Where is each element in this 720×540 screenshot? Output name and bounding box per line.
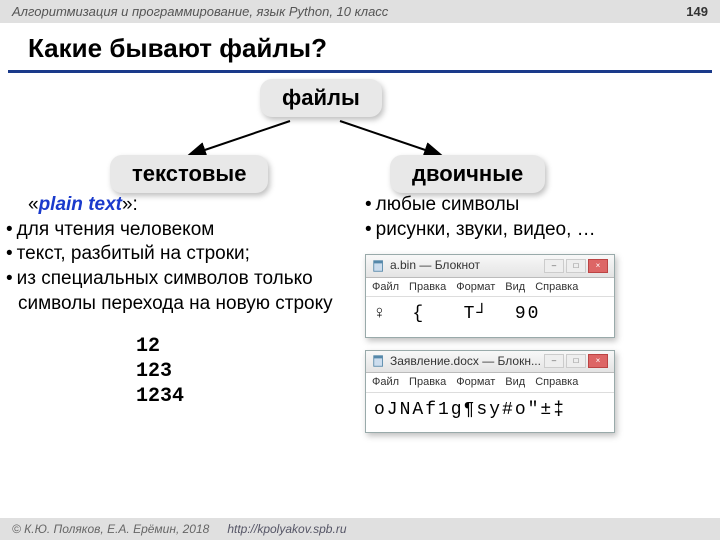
footer-url: http://kpolyakov.spb.ru [227, 522, 346, 536]
menu-edit[interactable]: Правка [409, 280, 446, 294]
slide-header: Алгоритмизация и программирование, язык … [0, 0, 720, 23]
close-button[interactable]: × [588, 259, 608, 273]
course-label: Алгоритмизация и программирование, язык … [12, 4, 388, 19]
notepad-title: Заявление.docx — Блокн... [390, 354, 540, 370]
notepad-window-bin: a.bin — Блокнот – □ × Файл Правка Формат… [365, 254, 615, 337]
menu-view[interactable]: Вид [505, 280, 525, 294]
notepad-menu: Файл Правка Формат Вид Справка [366, 278, 614, 297]
list-item: из специальных символов только символы п… [18, 267, 355, 316]
menu-format[interactable]: Формат [456, 375, 495, 389]
node-binary: двоичные [390, 155, 545, 193]
list-item: для чтения человеком [18, 218, 355, 243]
node-files: файлы [260, 79, 382, 117]
maximize-button[interactable]: □ [566, 259, 586, 273]
plain-text-term: plain text [39, 194, 122, 215]
menu-edit[interactable]: Правка [409, 375, 446, 389]
list-item: рисунки, звуки, видео, … [377, 218, 714, 243]
text-file-example: 12 123 1234 [136, 334, 355, 409]
close-button[interactable]: × [588, 354, 608, 368]
plain-text-quote-open: « [28, 194, 39, 215]
list-item: любые символы [377, 193, 714, 218]
binary-files-column: любые символы рисунки, звуки, видео, … a… [365, 193, 714, 433]
notepad-title: a.bin — Блокнот [390, 258, 540, 274]
minimize-button[interactable]: – [544, 354, 564, 368]
menu-help[interactable]: Справка [535, 375, 578, 389]
notepad-content: ♀ { T┘ 90 [366, 297, 614, 336]
notepad-titlebar: a.bin — Блокнот – □ × [366, 255, 614, 278]
window-buttons: – □ × [544, 259, 608, 273]
node-text: текстовые [110, 155, 268, 193]
copyright: © К.Ю. Поляков, Е.А. Ерёмин, 2018 [12, 522, 209, 536]
binary-files-list: любые символы рисунки, звуки, видео, … [365, 193, 714, 242]
notepad-icon [372, 354, 386, 368]
maximize-button[interactable]: □ [566, 354, 586, 368]
menu-help[interactable]: Справка [535, 280, 578, 294]
minimize-button[interactable]: – [544, 259, 564, 273]
plain-text-quote-close: »: [122, 194, 138, 215]
list-item: текст, разбитый на строки; [18, 242, 355, 267]
notepad-window-docx: Заявление.docx — Блокн... – □ × Файл Пра… [365, 350, 615, 433]
notepad-titlebar: Заявление.docx — Блокн... – □ × [366, 351, 614, 374]
menu-file[interactable]: Файл [372, 280, 399, 294]
page-number: 149 [686, 4, 708, 19]
notepad-menu: Файл Правка Формат Вид Справка [366, 373, 614, 392]
file-types-diagram: файлы текстовые двоичные [0, 73, 720, 193]
menu-file[interactable]: Файл [372, 375, 399, 389]
notepad-icon [372, 259, 386, 273]
text-files-column: «plain text»: для чтения человеком текст… [6, 193, 355, 433]
slide-footer: © К.Ю. Поляков, Е.А. Ерёмин, 2018 http:/… [0, 518, 720, 540]
window-buttons: – □ × [544, 354, 608, 368]
slide-title: Какие бывают файлы? [8, 23, 712, 73]
menu-view[interactable]: Вид [505, 375, 525, 389]
text-files-list: для чтения человеком текст, разбитый на … [6, 218, 355, 317]
menu-format[interactable]: Формат [456, 280, 495, 294]
columns: «plain text»: для чтения человеком текст… [0, 193, 720, 433]
notepad-content: oJNAf1g¶sy#o"±‡ [366, 393, 614, 432]
